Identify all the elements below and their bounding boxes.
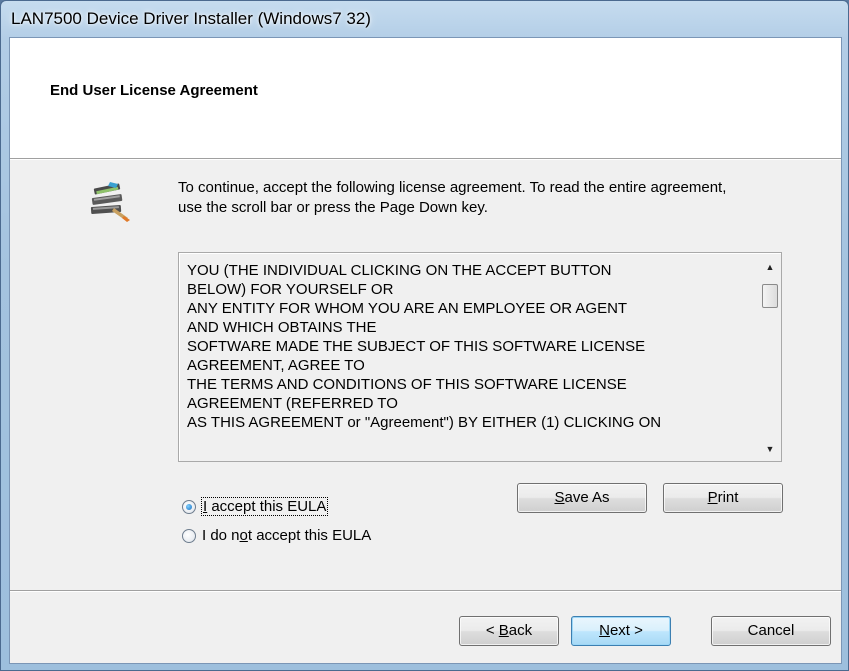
decline-radio-button[interactable]	[182, 528, 196, 543]
back-button[interactable]: < Back	[459, 616, 559, 646]
dialog-client-area: End User License Agreement To continue, …	[9, 37, 842, 664]
header-divider	[10, 158, 841, 160]
title-bar[interactable]: LAN7500 Device Driver Installer (Windows…	[1, 1, 848, 37]
next-button[interactable]: Next >	[571, 616, 671, 646]
license-scrollbar[interactable]: ▲ ▼	[760, 254, 780, 460]
scroll-thumb[interactable]	[762, 284, 778, 308]
license-line: THE TERMS AND CONDITIONS OF THIS SOFTWAR…	[187, 376, 627, 393]
decline-eula-option[interactable]: I do not accept this EULA	[182, 527, 371, 544]
license-line: BELOW) FOR YOURSELF OR	[187, 281, 394, 298]
license-line: YOU (THE INDIVIDUAL CLICKING ON THE ACCE…	[187, 262, 612, 279]
license-text-box[interactable]: YOU (THE INDIVIDUAL CLICKING ON THE ACCE…	[178, 252, 782, 462]
license-line: SOFTWARE MADE THE SUBJECT OF THIS SOFTWA…	[187, 338, 646, 355]
setup-wizard-icon	[90, 182, 130, 222]
save-as-button[interactable]: Save As	[517, 483, 647, 513]
license-line: AS THIS AGREEMENT or "Agreement") BY EIT…	[187, 414, 662, 431]
wizard-header: End User License Agreement	[10, 38, 841, 158]
scroll-up-icon[interactable]: ▲	[760, 258, 780, 276]
footer-divider	[10, 590, 841, 592]
accept-radio-button[interactable]	[182, 499, 196, 514]
accept-eula-option[interactable]: I accept this EULA	[182, 497, 329, 516]
license-text[interactable]: YOU (THE INDIVIDUAL CLICKING ON THE ACCE…	[187, 261, 755, 455]
instruction-text: To continue, accept the following licens…	[178, 179, 727, 216]
license-line: AGREEMENT (REFERRED TO	[187, 395, 398, 412]
cancel-button[interactable]: Cancel	[711, 616, 831, 646]
license-line: AND WHICH OBTAINS THE	[187, 319, 377, 336]
scroll-down-icon[interactable]: ▼	[760, 440, 780, 458]
license-line: AGREEMENT, AGREE TO	[187, 357, 365, 374]
decline-eula-label[interactable]: I do not accept this EULA	[202, 527, 371, 544]
page-title: End User License Agreement	[50, 82, 258, 99]
print-button[interactable]: Print	[663, 483, 783, 513]
accept-eula-label[interactable]: I accept this EULA	[200, 497, 329, 516]
window-title: LAN7500 Device Driver Installer (Windows…	[11, 9, 371, 28]
license-line: ANY ENTITY FOR WHOM YOU ARE AN EMPLOYEE …	[187, 300, 628, 317]
installer-window: LAN7500 Device Driver Installer (Windows…	[0, 0, 849, 671]
